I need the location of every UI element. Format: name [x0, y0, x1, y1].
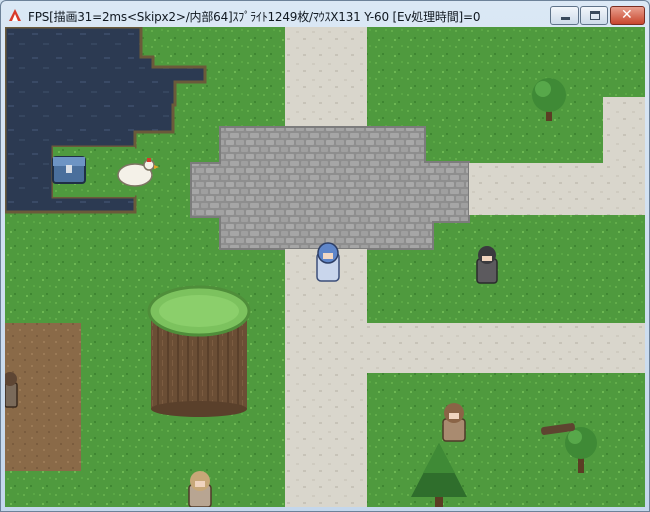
- game-window: FPS[描画31=2ms<Skipx2>/内部64]ｽﾌﾟﾗｲﾄ1249枚/ﾏｳ…: [0, 0, 650, 512]
- stone-path-east: [469, 163, 645, 215]
- close-icon: ✕: [621, 7, 633, 23]
- tree-stump: [147, 285, 251, 417]
- npc-brown-hair[interactable]: [442, 403, 466, 442]
- game-viewport[interactable]: [5, 27, 645, 507]
- close-button[interactable]: ✕: [610, 6, 645, 25]
- npc-blonde[interactable]: [188, 471, 212, 507]
- game-map: [5, 27, 645, 507]
- stone-path-crossroad: [367, 323, 645, 373]
- maximize-button[interactable]: [580, 6, 608, 25]
- maximize-icon: [590, 11, 600, 20]
- window-title: FPS[描画31=2ms<Skipx2>/内部64]ｽﾌﾟﾗｲﾄ1249枚/ﾏｳ…: [28, 10, 481, 24]
- minimize-button[interactable]: [550, 6, 579, 25]
- npc-left-edge[interactable]: [5, 372, 18, 408]
- app-icon: [9, 9, 21, 21]
- player-character[interactable]: [316, 242, 340, 282]
- treasure-chest[interactable]: [52, 156, 86, 184]
- npc-dark-hair[interactable]: [476, 246, 498, 284]
- minimize-icon: [561, 17, 570, 20]
- stone-path-north: [285, 27, 367, 127]
- stone-path-northeast: [603, 97, 645, 167]
- stone-path-south: [285, 249, 367, 507]
- title-bar[interactable]: FPS[描画31=2ms<Skipx2>/内部64]ｽﾌﾟﾗｲﾄ1249枚/ﾏｳ…: [1, 1, 649, 29]
